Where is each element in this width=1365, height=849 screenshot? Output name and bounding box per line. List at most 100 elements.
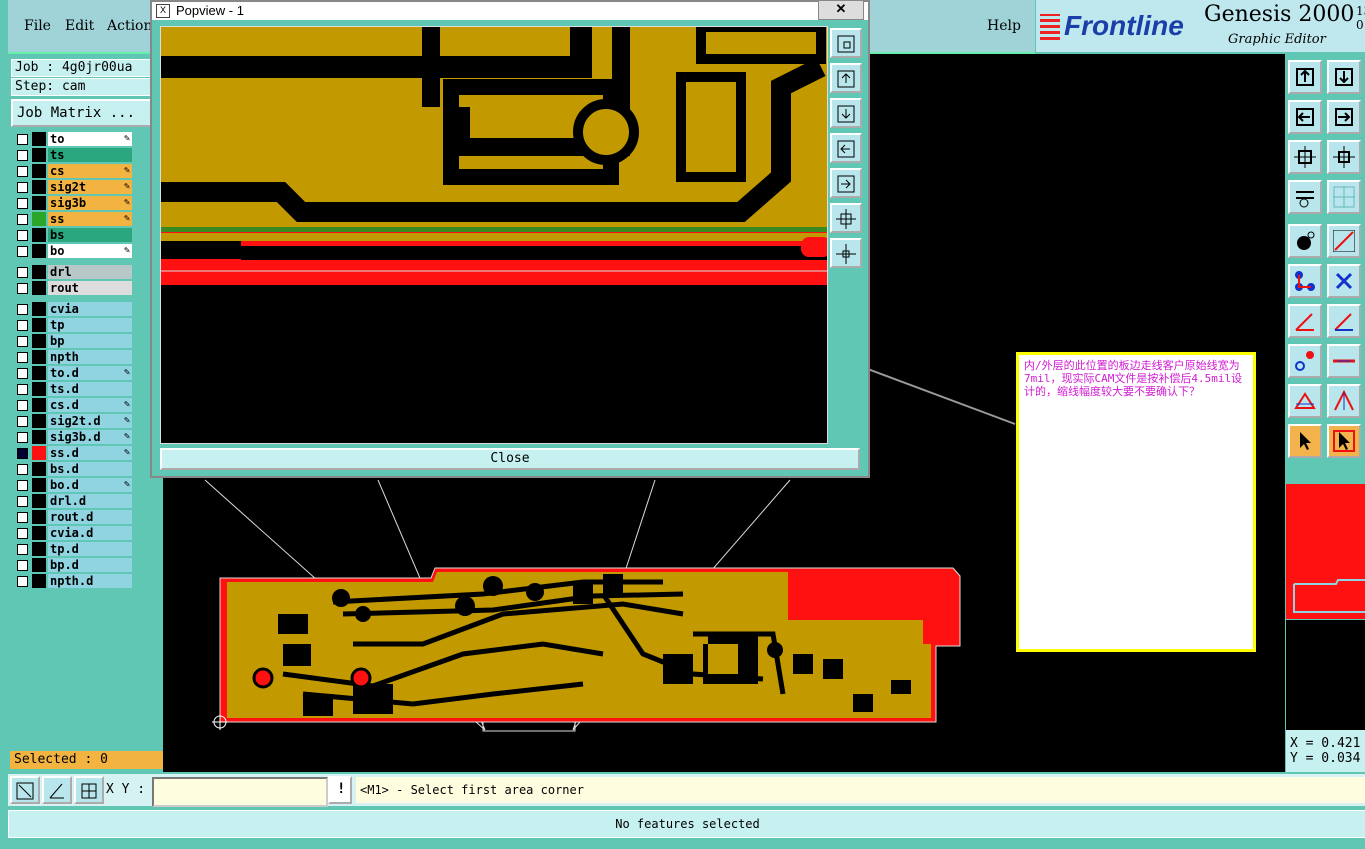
xy-input[interactable]	[152, 777, 328, 807]
zoom-home-icon[interactable]	[1288, 60, 1322, 94]
layer-color-swatch[interactable]	[32, 542, 46, 556]
pad-tool-icon[interactable]	[1288, 224, 1322, 258]
grid-icon[interactable]	[1327, 180, 1361, 214]
layer-row[interactable]: to.d ✎	[14, 366, 134, 380]
layer-color-swatch[interactable]	[32, 558, 46, 572]
layer-checkbox[interactable]	[17, 336, 28, 347]
layer-checkbox[interactable]	[17, 384, 28, 395]
layer-checkbox[interactable]	[17, 576, 28, 587]
pan-down-icon[interactable]	[1327, 60, 1361, 94]
layer-color-swatch[interactable]	[32, 318, 46, 332]
layer-checkbox[interactable]	[17, 134, 28, 145]
layer-row[interactable]: tp	[14, 318, 134, 332]
layer-checkbox[interactable]	[17, 464, 28, 475]
pan-down-small-icon[interactable]	[830, 98, 862, 128]
layer-checkbox[interactable]	[17, 528, 28, 539]
layer-checkbox[interactable]	[17, 230, 28, 241]
close-icon[interactable]: ✕	[818, 0, 864, 20]
pan-up-icon[interactable]	[830, 63, 862, 93]
layer-row[interactable]: sig3b.d ✎	[14, 430, 134, 444]
layer-row[interactable]: cvia.d	[14, 526, 134, 540]
layer-checkbox[interactable]	[17, 283, 28, 294]
layer-checkbox[interactable]	[17, 368, 28, 379]
line-tool-icon[interactable]	[1327, 224, 1361, 258]
angle-tool-icon[interactable]	[1288, 304, 1322, 338]
layer-color-swatch[interactable]	[32, 196, 46, 210]
layer-color-swatch[interactable]	[32, 265, 46, 279]
zoom-in-small-icon[interactable]	[830, 238, 862, 268]
layer-color-swatch[interactable]	[32, 212, 46, 226]
measure-icon[interactable]	[1288, 180, 1322, 214]
resize-icon[interactable]	[10, 776, 40, 804]
layer-row[interactable]: cs.d ✎	[14, 398, 134, 412]
layer-row[interactable]: tp.d	[14, 542, 134, 556]
popview-titlebar[interactable]: X Popview - 1 ✕	[152, 0, 868, 20]
layer-row[interactable]: cs ✎	[14, 164, 134, 178]
zoom-in-icon[interactable]	[1327, 140, 1361, 174]
zoom-window-icon[interactable]	[830, 28, 862, 58]
pan-left-small-icon[interactable]	[830, 133, 862, 163]
layer-row[interactable]: bp.d	[14, 558, 134, 572]
layer-color-swatch[interactable]	[32, 510, 46, 524]
zoom-fit-icon[interactable]	[1288, 140, 1322, 174]
popview-close-button[interactable]: Close	[160, 448, 860, 470]
layer-row[interactable]: ss ✎	[14, 212, 134, 226]
layer-row[interactable]: npth	[14, 350, 134, 364]
exclamation-icon[interactable]: !	[328, 776, 352, 804]
layer-row[interactable]: sig2t.d ✎	[14, 414, 134, 428]
layer-color-swatch[interactable]	[32, 446, 46, 460]
layer-color-swatch[interactable]	[32, 148, 46, 162]
layer-row[interactable]: drl	[14, 265, 134, 279]
layer-color-swatch[interactable]	[32, 430, 46, 444]
layer-checkbox[interactable]	[17, 166, 28, 177]
layer-row[interactable]: sig2t ✎	[14, 180, 134, 194]
layer-color-swatch[interactable]	[32, 526, 46, 540]
layer-color-swatch[interactable]	[32, 334, 46, 348]
layer-checkbox[interactable]	[17, 150, 28, 161]
layer-checkbox[interactable]	[17, 560, 28, 571]
layer-row[interactable]: drl.d	[14, 494, 134, 508]
layer-checkbox[interactable]	[17, 246, 28, 257]
trace-tool-icon[interactable]	[1327, 344, 1361, 378]
layer-color-swatch[interactable]	[32, 366, 46, 380]
triangle-tool-icon[interactable]	[1288, 384, 1322, 418]
layer-row[interactable]: bo.d ✎	[14, 478, 134, 492]
zoom-out-small-icon[interactable]	[830, 203, 862, 233]
layer-checkbox[interactable]	[17, 198, 28, 209]
layer-checkbox[interactable]	[17, 214, 28, 225]
layer-color-swatch[interactable]	[32, 350, 46, 364]
popview-window[interactable]: X Popview - 1 ✕ Close	[150, 0, 870, 478]
pan-right-small-icon[interactable]	[830, 168, 862, 198]
layer-row[interactable]: npth.d	[14, 574, 134, 588]
menu-edit[interactable]: Edit	[65, 18, 94, 34]
layer-checkbox[interactable]	[17, 400, 28, 411]
contour-tool-icon[interactable]	[1327, 384, 1361, 418]
layer-color-swatch[interactable]	[32, 180, 46, 194]
layer-color-swatch[interactable]	[32, 478, 46, 492]
layer-row[interactable]: rout.d	[14, 510, 134, 524]
layer-color-swatch[interactable]	[32, 462, 46, 476]
layer-color-swatch[interactable]	[32, 228, 46, 242]
angle-snap-icon[interactable]	[42, 776, 72, 804]
layer-row[interactable]: rout	[14, 281, 134, 295]
layer-checkbox[interactable]	[17, 182, 28, 193]
layer-checkbox[interactable]	[17, 416, 28, 427]
layer-color-swatch[interactable]	[32, 494, 46, 508]
menu-file[interactable]: File	[24, 18, 51, 34]
layer-row[interactable]: bs	[14, 228, 134, 242]
select-pointer-icon[interactable]	[1288, 424, 1322, 458]
pan-right-icon[interactable]	[1327, 100, 1361, 134]
layer-row[interactable]: to ✎	[14, 132, 134, 146]
layer-checkbox[interactable]	[17, 448, 28, 459]
layer-row[interactable]: bs.d	[14, 462, 134, 476]
pan-left-icon[interactable]	[1288, 100, 1322, 134]
popview-viewport[interactable]	[160, 26, 828, 444]
delete-tool-icon[interactable]	[1327, 264, 1361, 298]
layer-checkbox[interactable]	[17, 352, 28, 363]
snap-tool-icon[interactable]	[1288, 344, 1322, 378]
layer-checkbox[interactable]	[17, 267, 28, 278]
layer-color-swatch[interactable]	[32, 244, 46, 258]
select-area-pointer-icon[interactable]	[1327, 424, 1361, 458]
layer-color-swatch[interactable]	[32, 574, 46, 588]
layer-checkbox[interactable]	[17, 480, 28, 491]
